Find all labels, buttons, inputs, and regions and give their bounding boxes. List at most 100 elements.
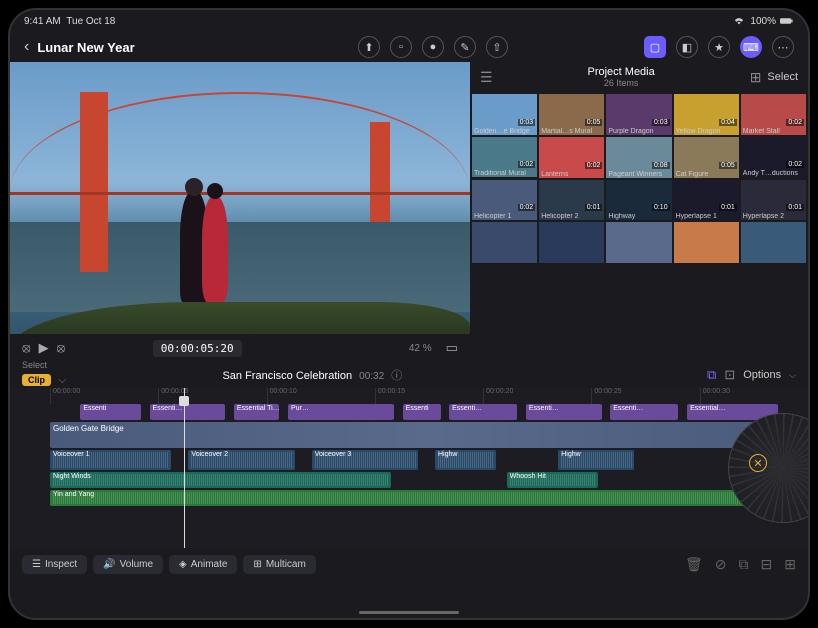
volume-button[interactable]: 🔊Volume	[93, 555, 163, 574]
video-track[interactable]: Golden Gate Bridge	[50, 422, 808, 448]
play-button[interactable]: ▶	[39, 340, 49, 356]
title-clip[interactable]: Essenti	[80, 404, 141, 420]
options-chevron-icon[interactable]: ⌵	[789, 370, 796, 381]
sfx-clip[interactable]: Whoosh Hit	[507, 472, 598, 488]
fullscreen-button[interactable]: ▭	[446, 340, 458, 356]
voiceover-clip[interactable]: Highw	[435, 450, 496, 470]
timeline-ruler[interactable]: 00:00:0000:00:0500:00:1000:00:1500:00:20…	[10, 388, 808, 404]
zoom-percent[interactable]: 42 %	[409, 343, 432, 354]
copy-icon[interactable]: ⧉	[739, 556, 749, 573]
sidebar-icon[interactable]: ◧	[676, 36, 698, 58]
clip-dropdown-icon[interactable]: ⌵	[58, 375, 66, 386]
media-item[interactable]	[741, 222, 806, 263]
add-icon[interactable]: ⊞	[784, 556, 796, 573]
export-icon[interactable]: ⇧	[486, 36, 508, 58]
prev-frame-button[interactable]: ⦻	[22, 340, 31, 356]
mic-icon[interactable]: ●	[422, 36, 444, 58]
battery-pct: 100%	[750, 16, 776, 27]
audio-track-2[interactable]: Yin and Yang	[50, 490, 808, 506]
media-item[interactable]: 0:03 Golden…e Bridge	[472, 94, 537, 135]
media-item[interactable]: 0:02 Traditional Mural	[472, 137, 537, 178]
voiceover-clip[interactable]: Voiceover 3	[312, 450, 418, 470]
title-clip[interactable]: Essenti…	[150, 404, 226, 420]
wifi-icon	[732, 16, 746, 26]
home-indicator[interactable]	[359, 611, 459, 614]
timecode[interactable]: 00:00:05:20	[153, 340, 242, 357]
voiceover-track[interactable]: Voiceover 1 Voiceover 2 Voiceover 3 Highw Hi…	[50, 450, 808, 470]
audio-track-1[interactable]: Night Winds Whoosh Hit	[50, 472, 808, 488]
sfx-clip[interactable]: Night Winds	[50, 472, 391, 488]
media-panel: ☰ Project Media 26 Items ⊞ Select 0:03 G…	[470, 62, 808, 362]
voiceover-clip[interactable]: Highw	[558, 450, 634, 470]
media-item[interactable]	[674, 222, 739, 263]
music-clip[interactable]: Yin and Yang	[50, 490, 808, 506]
media-item[interactable]: 0:01 Hyperlapse 2	[741, 180, 806, 221]
markup-icon[interactable]: ✎	[454, 36, 476, 58]
titles-track[interactable]: Essenti Essenti… Essential Ti… Pur… Essenti E…	[50, 404, 808, 420]
media-title: Project Media	[493, 66, 750, 78]
back-button[interactable]: ‹	[24, 38, 29, 56]
inspect-button[interactable]: ☰Inspect	[22, 555, 87, 574]
multicam-button[interactable]: ⊞Multicam	[243, 555, 315, 574]
title-clip[interactable]: Essenti…	[526, 404, 602, 420]
media-menu-icon[interactable]: ☰	[480, 69, 493, 86]
playhead[interactable]	[184, 388, 185, 548]
link-icon[interactable]: ⧉	[707, 367, 716, 383]
media-item[interactable]: 0:02 Market Stall	[741, 94, 806, 135]
snap-icon[interactable]: ⊡	[724, 367, 735, 383]
voiceover-clip[interactable]: Voiceover 1	[50, 450, 171, 470]
media-item[interactable]	[472, 222, 537, 263]
viewer-preview	[10, 62, 470, 362]
status-date: Tue Oct 18	[66, 16, 115, 27]
split-icon[interactable]: ⊟	[761, 556, 773, 573]
options-button[interactable]: Options	[743, 369, 781, 381]
media-grid-icon[interactable]: ⊞	[750, 69, 762, 86]
transport-bar: ⦻ ▶ ⦻ 00:00:05:20 42 % ▭	[10, 334, 470, 362]
jog-close-button[interactable]: ✕	[749, 454, 767, 472]
media-item[interactable]: 0:03 Purple Dragon	[606, 94, 671, 135]
title-clip[interactable]: Essential Ti…	[234, 404, 279, 420]
animate-button[interactable]: ◈Animate	[169, 555, 237, 574]
trash-icon[interactable]: 🗑	[685, 556, 703, 573]
video-clip[interactable]: Golden Gate Bridge	[50, 422, 808, 448]
next-frame-button[interactable]: ⦻	[57, 340, 66, 356]
media-item[interactable]: 0:02 Andy T…ductions	[741, 137, 806, 178]
media-item[interactable]	[539, 222, 604, 263]
keyboard-icon[interactable]: ⌨	[740, 36, 762, 58]
media-select-button[interactable]: Select	[767, 71, 798, 83]
media-item[interactable]: 0:05 Cat Figure	[674, 137, 739, 178]
camera-icon[interactable]: ▫	[390, 36, 412, 58]
photos-icon[interactable]: ▢	[644, 36, 666, 58]
timeline-header: Select Clip ⌵ San Francisco Celebration …	[10, 362, 808, 388]
clip-badge[interactable]: Clip	[22, 374, 51, 386]
viewer[interactable]: ⦻ ▶ ⦻ 00:00:05:20 42 % ▭	[10, 62, 470, 362]
project-title: Lunar New Year	[37, 40, 350, 55]
title-clip[interactable]: Essenti	[403, 404, 441, 420]
media-item[interactable]	[606, 222, 671, 263]
title-clip[interactable]: Essenti…	[610, 404, 678, 420]
media-item[interactable]: 0:04 Yellow Dragon	[674, 94, 739, 135]
more-icon[interactable]: ⋯	[772, 36, 794, 58]
sequence-title: San Francisco Celebration 00:32 ⓘ	[222, 367, 402, 383]
media-item[interactable]: 0:01 Hyperlapse 1	[674, 180, 739, 221]
info-icon[interactable]: ⓘ	[391, 370, 402, 382]
voiceover-clip[interactable]: Voiceover 2	[188, 450, 294, 470]
title-clip[interactable]: Essenti…	[449, 404, 517, 420]
media-grid: 0:03 Golden…e Bridge 0:05 Martial…s Mura…	[470, 92, 808, 265]
share-icon[interactable]: ⬆	[358, 36, 380, 58]
media-item[interactable]: 0:01 Helicopter 2	[539, 180, 604, 221]
title-clip[interactable]: Pur…	[288, 404, 394, 420]
timeline[interactable]: 00:00:0000:00:0500:00:1000:00:1500:00:20…	[10, 388, 808, 548]
media-item[interactable]: 0:02 Helicopter 1	[472, 180, 537, 221]
status-time: 9:41 AM	[24, 16, 61, 27]
media-count: 26 Items	[493, 78, 750, 88]
bottom-toolbar: ☰Inspect 🔊Volume ◈Animate ⊞Multicam 🗑 ⊘ …	[10, 548, 808, 580]
status-bar: 9:41 AM Tue Oct 18 100%	[10, 10, 808, 32]
battery-icon	[780, 16, 794, 26]
star-icon[interactable]: ★	[708, 36, 730, 58]
media-item[interactable]: 0:08 Pageant Winners	[606, 137, 671, 178]
media-item[interactable]: 0:02 Lanterns	[539, 137, 604, 178]
check-icon[interactable]: ⊘	[715, 556, 727, 573]
media-item[interactable]: 0:10 Highway	[606, 180, 671, 221]
media-item[interactable]: 0:05 Martial…s Mural	[539, 94, 604, 135]
